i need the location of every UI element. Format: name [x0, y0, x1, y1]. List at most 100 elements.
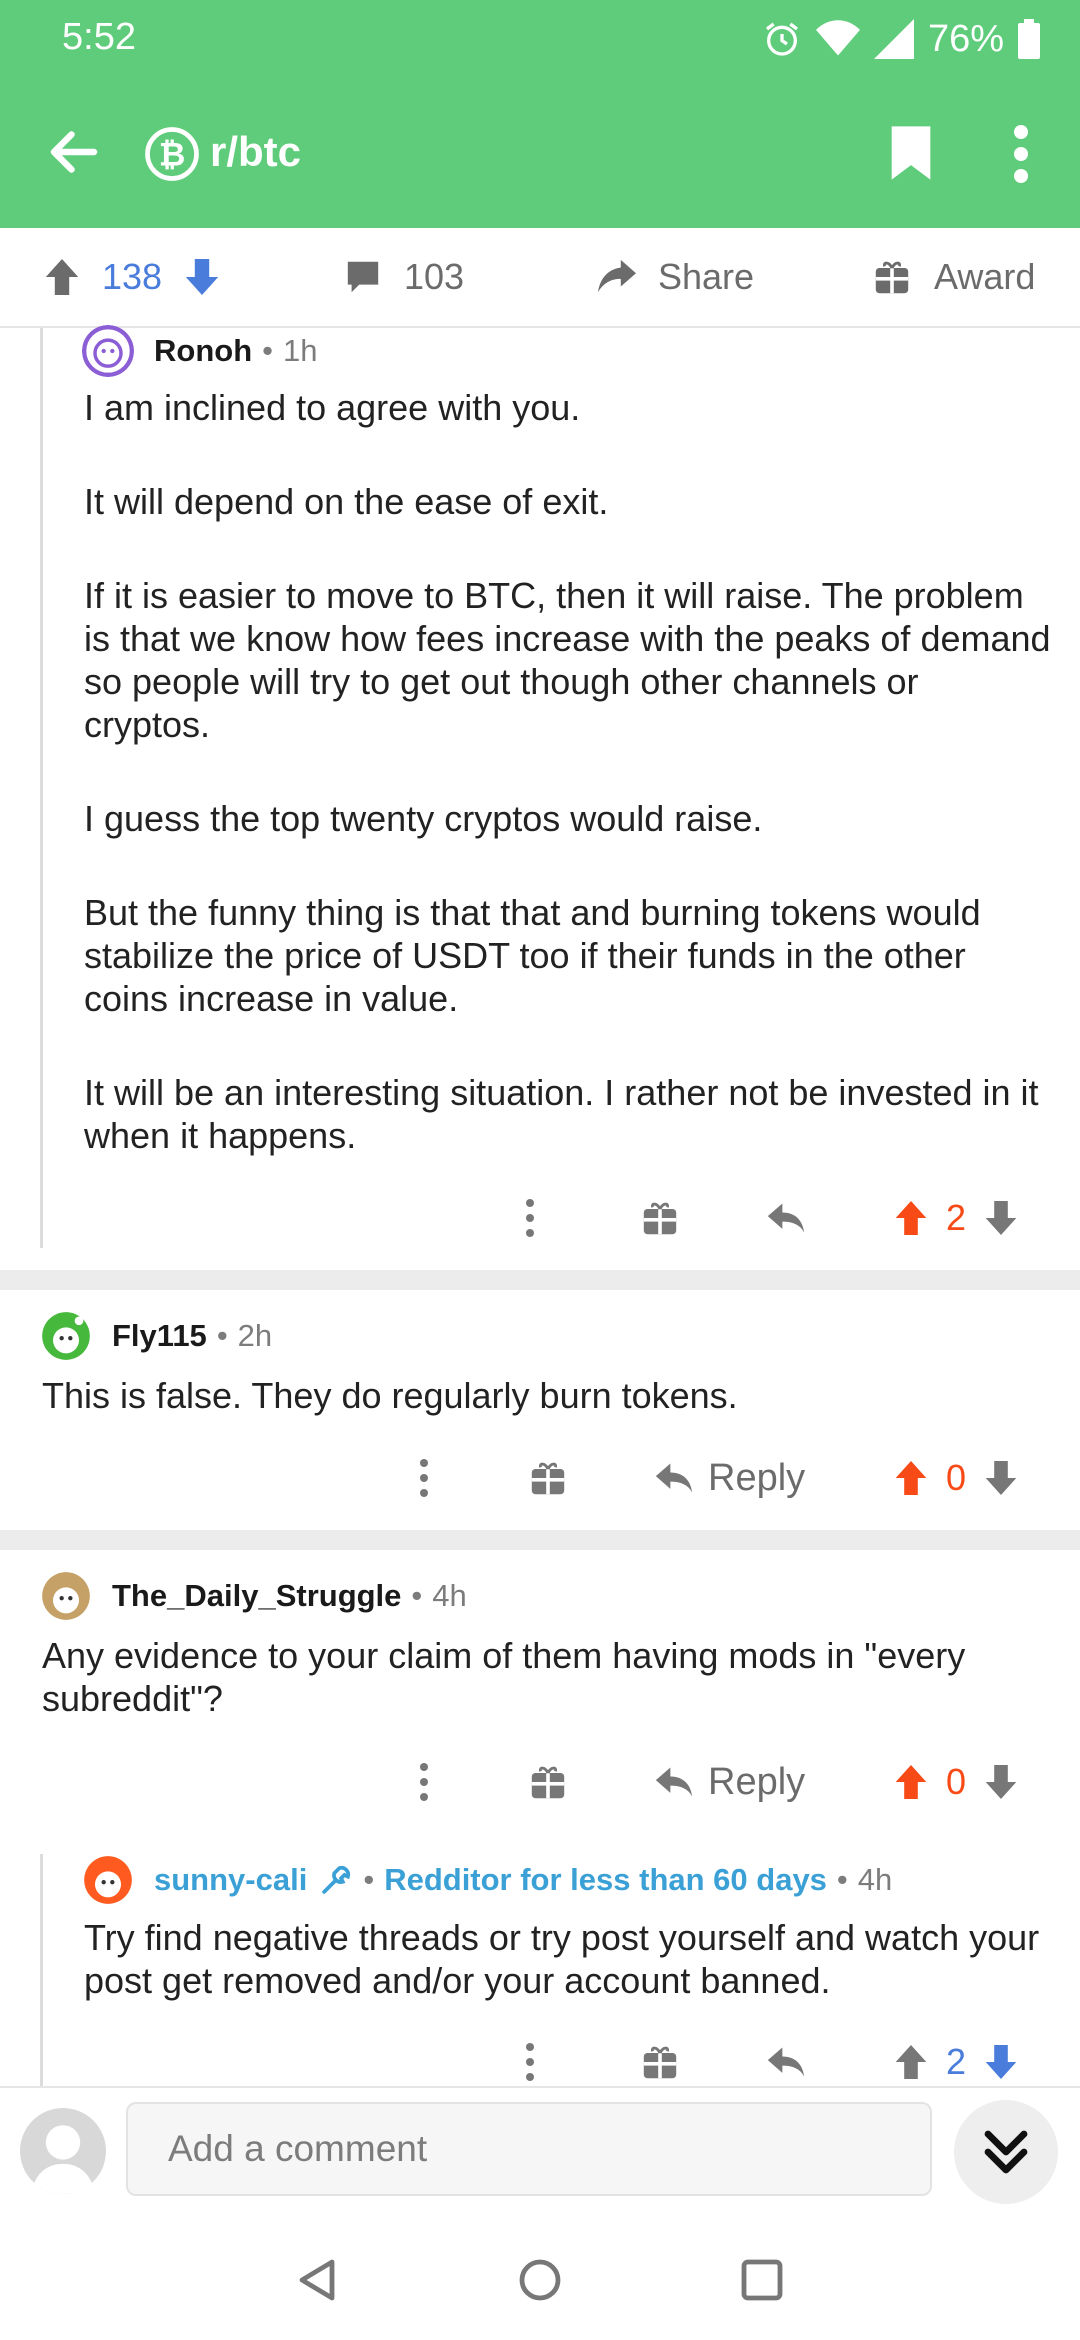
- downvote-icon[interactable]: [984, 1199, 1018, 1237]
- vote-group: 0: [894, 1752, 1018, 1812]
- upvote-icon[interactable]: [894, 1199, 928, 1237]
- bookmark-icon[interactable]: [886, 124, 936, 182]
- gift-icon: [643, 2046, 677, 2079]
- wifi-icon: [815, 20, 860, 56]
- comment-actions: 2: [0, 1188, 1080, 1248]
- award-button[interactable]: [530, 1448, 566, 1508]
- comments-button[interactable]: 103: [344, 228, 464, 326]
- comment-count: 103: [404, 256, 465, 297]
- comment-author[interactable]: sunny-cali: [154, 1862, 307, 1898]
- comment-paragraph: It will be an interesting situation. I r…: [84, 1072, 1039, 1156]
- svg-text:₿: ₿: [159, 136, 186, 173]
- comment-actions: Reply 0: [0, 1752, 1080, 1812]
- comment-paragraph: It will depend on the ease of exit.: [84, 481, 609, 522]
- more-options-button[interactable]: [524, 2032, 536, 2086]
- reply-icon: [655, 1767, 693, 1797]
- downvote-icon[interactable]: [984, 2043, 1018, 2081]
- downvote-icon[interactable]: [984, 1459, 1018, 1497]
- reply-icon: [655, 1463, 693, 1493]
- more-vertical-icon[interactable]: [1006, 124, 1036, 184]
- user-avatar[interactable]: [20, 2108, 106, 2194]
- award-button[interactable]: Award: [874, 228, 1035, 326]
- comment-meta-dot: •: [411, 1578, 423, 1613]
- award-button[interactable]: [642, 1188, 678, 1248]
- reply-icon: [767, 1203, 805, 1233]
- share-icon: [598, 259, 636, 293]
- reply-button[interactable]: Reply: [654, 1448, 805, 1508]
- gift-icon: [643, 1202, 677, 1235]
- award-button[interactable]: [530, 1752, 566, 1812]
- back-arrow-icon[interactable]: [44, 122, 104, 182]
- comment-score: 0: [946, 1457, 967, 1498]
- comment-body: I am inclined to agree with you. It will…: [84, 386, 1054, 1157]
- comment-score: 2: [946, 2041, 967, 2082]
- gift-icon: [875, 261, 909, 294]
- more-vertical-icon: [526, 2043, 534, 2081]
- vote-group: 138: [44, 228, 220, 326]
- share-label: Share: [658, 256, 755, 297]
- user-flair: Redditor for less than 60 days: [384, 1862, 827, 1897]
- upvote-icon[interactable]: [894, 1763, 928, 1801]
- nav-back-icon[interactable]: [296, 2258, 340, 2302]
- avatar[interactable]: [40, 1570, 92, 1622]
- bitcoin-icon: ₿: [145, 127, 199, 181]
- more-options-button[interactable]: [418, 1448, 430, 1508]
- upvote-icon[interactable]: [894, 1459, 928, 1497]
- downvote-icon[interactable]: [184, 257, 220, 297]
- gift-icon: [531, 1766, 565, 1799]
- system-nav-bar: [0, 2216, 1080, 2340]
- upvote-icon[interactable]: [894, 2043, 928, 2081]
- comment-meta-dot: •: [363, 1862, 375, 1897]
- comment-separator: [0, 1270, 1080, 1290]
- collapse-button[interactable]: [954, 2100, 1058, 2204]
- comment-actions: 2: [0, 2032, 1080, 2086]
- reply-button[interactable]: Reply: [654, 1752, 805, 1812]
- more-options-button[interactable]: [418, 1752, 430, 1812]
- comment-paragraph: If it is easier to move to BTC, then it …: [84, 575, 1051, 745]
- comment-input[interactable]: [126, 2102, 932, 2196]
- comment-body: Any evidence to your claim of them havin…: [42, 1635, 966, 1719]
- share-button[interactable]: Share: [596, 228, 754, 326]
- chevron-double-down-icon: [984, 2130, 1028, 2174]
- signal-icon: [873, 19, 914, 59]
- vote-group: 0: [894, 1448, 1018, 1508]
- more-vertical-icon: [526, 1199, 534, 1237]
- post-action-bar: 138 103 Share Award: [0, 228, 1080, 328]
- nav-recents-icon[interactable]: [740, 2258, 784, 2302]
- comment-author[interactable]: Fly115: [112, 1318, 207, 1354]
- comment-icon: [347, 261, 379, 293]
- reply-button[interactable]: [766, 1188, 806, 1248]
- comment-author[interactable]: Ronoh: [154, 333, 252, 369]
- thread-line: [40, 328, 43, 1248]
- downvote-icon[interactable]: [984, 1763, 1018, 1801]
- reply-label: Reply: [708, 1760, 806, 1803]
- subreddit-name[interactable]: r/btc: [210, 128, 301, 176]
- avatar[interactable]: [82, 1854, 134, 1906]
- avatar[interactable]: [82, 325, 134, 377]
- comment-header: Fly115 • 2h: [40, 1310, 272, 1362]
- comment-score: 0: [946, 1761, 967, 1802]
- comment-header: The_Daily_Struggle • 4h: [40, 1570, 467, 1622]
- battery-icon: [1018, 19, 1040, 59]
- vote-group: 2: [894, 2032, 1018, 2086]
- comment-header: sunny-cali • Redditor for less than 60 d…: [82, 1854, 892, 1906]
- avatar[interactable]: [40, 1310, 92, 1362]
- comment-header: Ronoh • 1h: [82, 325, 317, 377]
- comment-author[interactable]: The_Daily_Struggle: [112, 1578, 401, 1614]
- nav-home-icon[interactable]: [518, 2258, 562, 2302]
- comment-score: 2: [946, 1197, 967, 1238]
- comment-age: 2h: [237, 1318, 273, 1353]
- upvote-icon[interactable]: [44, 257, 80, 297]
- comment-body: Try find negative threads or try post yo…: [84, 1917, 1040, 2001]
- comment-age: 1h: [283, 333, 318, 368]
- comment-separator: [0, 1530, 1080, 1550]
- user-icon: [30, 2125, 96, 2194]
- reply-button[interactable]: [766, 2032, 806, 2086]
- comment-paragraph: But the funny thing is that that and bur…: [84, 892, 981, 1019]
- more-options-button[interactable]: [524, 1188, 536, 1248]
- comment-paragraph: I guess the top twenty cryptos would rai…: [84, 798, 763, 839]
- comment-paragraph: I am inclined to agree with you.: [84, 387, 581, 428]
- reply-label: Reply: [708, 1456, 806, 1499]
- award-button[interactable]: [642, 2032, 678, 2086]
- award-label: Award: [934, 256, 1036, 297]
